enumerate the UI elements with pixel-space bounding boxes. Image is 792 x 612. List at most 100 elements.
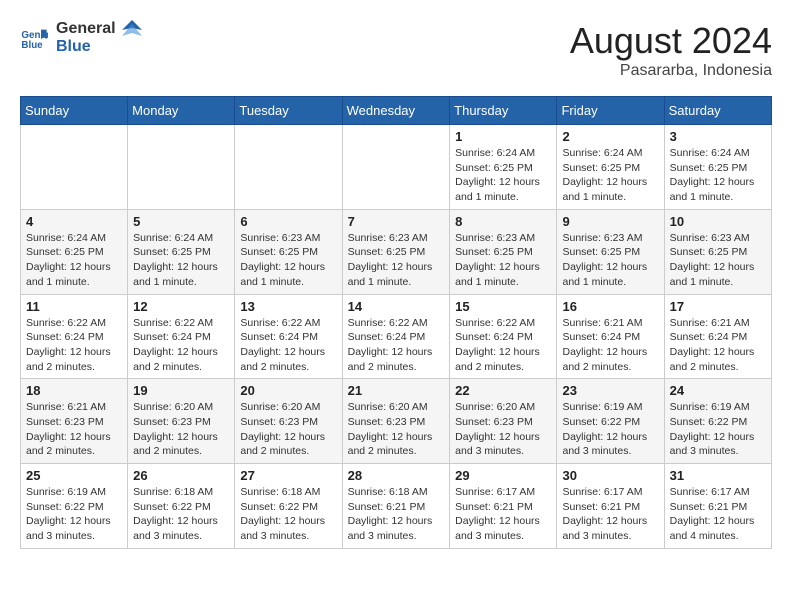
day-number: 9	[562, 214, 658, 229]
day-number: 30	[562, 468, 658, 483]
day-number: 21	[348, 383, 445, 398]
calendar-cell: 5Sunrise: 6:24 AM Sunset: 6:25 PM Daylig…	[128, 209, 235, 294]
day-number: 8	[455, 214, 551, 229]
logo-bird-icon	[122, 20, 142, 52]
day-number: 22	[455, 383, 551, 398]
weekday-header-monday: Monday	[128, 97, 235, 125]
day-number: 23	[562, 383, 658, 398]
day-number: 13	[240, 299, 336, 314]
day-info: Sunrise: 6:20 AM Sunset: 6:23 PM Dayligh…	[348, 400, 445, 459]
weekday-header-saturday: Saturday	[664, 97, 771, 125]
day-info: Sunrise: 6:18 AM Sunset: 6:22 PM Dayligh…	[240, 485, 336, 544]
weekday-header-friday: Friday	[557, 97, 664, 125]
calendar-cell: 10 Sunrise: 6:23 AM Sunset: 6:25 PM Dayli…	[664, 209, 771, 294]
calendar-cell: 23 Sunrise: 6:19 AM Sunset: 6:22 PM Dayli…	[557, 379, 664, 464]
day-info: Sunrise: 6:18 AM Sunset: 6:22 PM Dayligh…	[133, 485, 229, 544]
week-row-2: 4Sunrise: 6:24 AM Sunset: 6:25 PM Daylig…	[21, 209, 772, 294]
day-info: Sunrise: 6:23 AM Sunset: 6:25 PM Dayligh…	[240, 231, 336, 290]
day-info: Sunrise: 6:19 AM Sunset: 6:22 PM Dayligh…	[670, 400, 766, 459]
calendar-cell: 1 Sunrise: 6:24 AM Sunset: 6:25 PM Daylig…	[450, 125, 557, 210]
calendar-cell: 20Sunrise: 6:20 AM Sunset: 6:23 PM Dayli…	[235, 379, 342, 464]
day-number: 7	[348, 214, 445, 229]
title-block: August 2024 Pasararba, Indonesia	[570, 20, 772, 80]
day-number: 2	[562, 129, 658, 144]
day-info: Sunrise: 6:23 AM Sunset: 6:25 PM Dayligh…	[670, 231, 766, 290]
calendar-cell: 14Sunrise: 6:22 AM Sunset: 6:24 PM Dayli…	[342, 294, 450, 379]
calendar-cell: 2 Sunrise: 6:24 AM Sunset: 6:25 PM Daylig…	[557, 125, 664, 210]
calendar-cell: 31Sunrise: 6:17 AM Sunset: 6:21 PM Dayli…	[664, 464, 771, 549]
weekday-header-thursday: Thursday	[450, 97, 557, 125]
logo-icon: General Blue	[20, 24, 48, 52]
calendar-cell	[235, 125, 342, 210]
calendar-cell: 24Sunrise: 6:19 AM Sunset: 6:22 PM Dayli…	[664, 379, 771, 464]
day-number: 17	[670, 299, 766, 314]
day-number: 4	[26, 214, 122, 229]
calendar-cell: 13 Sunrise: 6:22 AM Sunset: 6:24 PM Dayli…	[235, 294, 342, 379]
weekday-header-tuesday: Tuesday	[235, 97, 342, 125]
page-header: General Blue General Blue August 2024 Pa…	[20, 20, 772, 80]
day-info: Sunrise: 6:24 AM Sunset: 6:25 PM Dayligh…	[455, 146, 551, 205]
calendar-cell: 30 Sunrise: 6:17 AM Sunset: 6:21 PM Dayli…	[557, 464, 664, 549]
day-info: Sunrise: 6:21 AM Sunset: 6:23 PM Dayligh…	[26, 400, 122, 459]
day-info: Sunrise: 6:22 AM Sunset: 6:24 PM Dayligh…	[240, 316, 336, 375]
calendar-cell: 18 Sunrise: 6:21 AM Sunset: 6:23 PM Dayli…	[21, 379, 128, 464]
day-number: 31	[670, 468, 766, 483]
day-info: Sunrise: 6:20 AM Sunset: 6:23 PM Dayligh…	[133, 400, 229, 459]
calendar-cell: 4Sunrise: 6:24 AM Sunset: 6:25 PM Daylig…	[21, 209, 128, 294]
calendar-cell	[128, 125, 235, 210]
day-number: 27	[240, 468, 336, 483]
calendar-cell: 6Sunrise: 6:23 AM Sunset: 6:25 PM Daylig…	[235, 209, 342, 294]
week-row-5: 25Sunrise: 6:19 AM Sunset: 6:22 PM Dayli…	[21, 464, 772, 549]
calendar-cell	[342, 125, 450, 210]
day-number: 26	[133, 468, 229, 483]
day-info: Sunrise: 6:20 AM Sunset: 6:23 PM Dayligh…	[455, 400, 551, 459]
day-info: Sunrise: 6:24 AM Sunset: 6:25 PM Dayligh…	[670, 146, 766, 205]
calendar-cell	[21, 125, 128, 210]
day-number: 18	[26, 383, 122, 398]
logo-text-general: General	[56, 20, 116, 38]
week-row-1: 1 Sunrise: 6:24 AM Sunset: 6:25 PM Daylig…	[21, 125, 772, 210]
week-row-4: 18 Sunrise: 6:21 AM Sunset: 6:23 PM Dayli…	[21, 379, 772, 464]
logo: General Blue General Blue	[20, 20, 142, 57]
day-number: 5	[133, 214, 229, 229]
day-number: 14	[348, 299, 445, 314]
calendar-cell: 29Sunrise: 6:17 AM Sunset: 6:21 PM Dayli…	[450, 464, 557, 549]
calendar-cell: 12Sunrise: 6:22 AM Sunset: 6:24 PM Dayli…	[128, 294, 235, 379]
svg-text:Blue: Blue	[21, 40, 43, 51]
day-number: 1	[455, 129, 551, 144]
calendar-cell: 26 Sunrise: 6:18 AM Sunset: 6:22 PM Dayli…	[128, 464, 235, 549]
day-number: 12	[133, 299, 229, 314]
day-info: Sunrise: 6:24 AM Sunset: 6:25 PM Dayligh…	[562, 146, 658, 205]
day-number: 10	[670, 214, 766, 229]
weekday-header-row: SundayMondayTuesdayWednesdayThursdayFrid…	[21, 97, 772, 125]
day-info: Sunrise: 6:23 AM Sunset: 6:25 PM Dayligh…	[348, 231, 445, 290]
calendar-cell: 27 Sunrise: 6:18 AM Sunset: 6:22 PM Dayli…	[235, 464, 342, 549]
day-info: Sunrise: 6:22 AM Sunset: 6:24 PM Dayligh…	[26, 316, 122, 375]
day-number: 20	[240, 383, 336, 398]
weekday-header-wednesday: Wednesday	[342, 97, 450, 125]
calendar-cell: 8 Sunrise: 6:23 AM Sunset: 6:25 PM Daylig…	[450, 209, 557, 294]
calendar-cell: 7 Sunrise: 6:23 AM Sunset: 6:25 PM Daylig…	[342, 209, 450, 294]
weekday-header-sunday: Sunday	[21, 97, 128, 125]
day-number: 25	[26, 468, 122, 483]
day-number: 15	[455, 299, 551, 314]
day-info: Sunrise: 6:19 AM Sunset: 6:22 PM Dayligh…	[562, 400, 658, 459]
day-info: Sunrise: 6:17 AM Sunset: 6:21 PM Dayligh…	[562, 485, 658, 544]
day-number: 19	[133, 383, 229, 398]
day-info: Sunrise: 6:18 AM Sunset: 6:21 PM Dayligh…	[348, 485, 445, 544]
calendar-cell: 11Sunrise: 6:22 AM Sunset: 6:24 PM Dayli…	[21, 294, 128, 379]
calendar-cell: 17 Sunrise: 6:21 AM Sunset: 6:24 PM Dayli…	[664, 294, 771, 379]
calendar-cell: 9 Sunrise: 6:23 AM Sunset: 6:25 PM Daylig…	[557, 209, 664, 294]
calendar-cell: 19 Sunrise: 6:20 AM Sunset: 6:23 PM Dayli…	[128, 379, 235, 464]
day-info: Sunrise: 6:21 AM Sunset: 6:24 PM Dayligh…	[670, 316, 766, 375]
day-info: Sunrise: 6:21 AM Sunset: 6:24 PM Dayligh…	[562, 316, 658, 375]
calendar-table: SundayMondayTuesdayWednesdayThursdayFrid…	[20, 96, 772, 549]
location-subtitle: Pasararba, Indonesia	[570, 62, 772, 80]
day-number: 16	[562, 299, 658, 314]
day-info: Sunrise: 6:23 AM Sunset: 6:25 PM Dayligh…	[562, 231, 658, 290]
day-info: Sunrise: 6:22 AM Sunset: 6:24 PM Dayligh…	[455, 316, 551, 375]
calendar-cell: 3Sunrise: 6:24 AM Sunset: 6:25 PM Daylig…	[664, 125, 771, 210]
day-info: Sunrise: 6:23 AM Sunset: 6:25 PM Dayligh…	[455, 231, 551, 290]
calendar-cell: 15 Sunrise: 6:22 AM Sunset: 6:24 PM Dayli…	[450, 294, 557, 379]
week-row-3: 11Sunrise: 6:22 AM Sunset: 6:24 PM Dayli…	[21, 294, 772, 379]
